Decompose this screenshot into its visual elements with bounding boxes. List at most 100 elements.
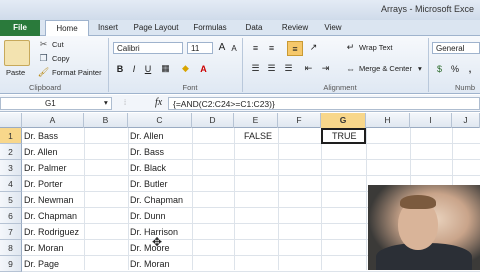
borders-icon[interactable]: ▦ — [160, 63, 171, 74]
align-middle-icon[interactable]: ≡ — [266, 42, 277, 53]
column-header-j[interactable]: J — [452, 113, 480, 128]
cell-a[interactable]: Dr. Chapman — [24, 208, 77, 224]
paste-icon[interactable] — [4, 40, 30, 66]
column-header-a[interactable]: A — [22, 113, 84, 128]
column-header-b[interactable]: B — [84, 113, 128, 128]
align-center-icon[interactable]: ☰ — [266, 63, 277, 74]
ribbon-tabs: File Home Insert Page Layout Formulas Da… — [0, 20, 480, 38]
increase-indent-icon[interactable]: ⇥ — [320, 63, 331, 74]
tab-formulas[interactable]: Formulas — [190, 20, 230, 36]
title-bar: Arrays - Microsoft Exce — [0, 0, 480, 20]
number-group-label: Numb — [455, 83, 476, 92]
column-header-g[interactable]: G — [321, 113, 366, 128]
tab-review[interactable]: Review — [278, 20, 312, 36]
formula-divider-icon: ⁞ — [124, 98, 127, 107]
cell-a[interactable]: Dr. Moran — [24, 240, 64, 256]
column-header-f[interactable]: F — [278, 113, 321, 128]
fill-color-icon[interactable]: ◆ — [180, 63, 191, 74]
copy-button[interactable]: Copy — [52, 54, 70, 63]
column-header-d[interactable]: D — [192, 113, 234, 128]
format-painter-icon: 🖌 — [37, 67, 50, 77]
ribbon-divider — [428, 38, 429, 92]
merge-center-button[interactable]: Merge & Center — [359, 64, 412, 73]
comma-button[interactable]: , — [464, 63, 476, 75]
align-left-icon[interactable]: ☰ — [250, 63, 261, 74]
tab-view[interactable]: View — [320, 20, 346, 36]
insert-function-button[interactable]: fx — [155, 97, 162, 108]
cell-c[interactable]: Dr. Black — [130, 160, 166, 176]
table-row: Dr. Allen Dr. Bass — [22, 144, 480, 160]
align-right-icon[interactable]: ☰ — [283, 63, 294, 74]
align-bottom-icon[interactable]: ≡ — [287, 41, 303, 56]
formula-input[interactable]: {=AND(C2:C24>=C1:C23)} — [168, 97, 480, 110]
currency-icon[interactable]: $ — [434, 63, 445, 74]
cell-a[interactable]: Dr. Porter — [24, 176, 63, 192]
underline-button[interactable]: U — [142, 63, 154, 75]
tab-file[interactable]: File — [0, 20, 40, 36]
wrap-text-icon: ↵ — [346, 42, 355, 52]
column-header-h[interactable]: H — [366, 113, 410, 128]
font-group-label: Font — [182, 83, 198, 92]
ribbon-divider — [242, 38, 243, 92]
table-row: Dr. Bass Dr. Allen FALSE TRUE — [22, 128, 480, 144]
shrink-font-button[interactable]: A — [228, 43, 240, 55]
row-header[interactable]: 3 — [0, 160, 22, 176]
column-header-e[interactable]: E — [234, 113, 278, 128]
row-header[interactable]: 2 — [0, 144, 22, 160]
decrease-indent-icon[interactable]: ⇤ — [303, 63, 314, 74]
column-header-c[interactable]: C — [128, 113, 192, 128]
format-painter-button[interactable]: Format Painter — [52, 68, 102, 77]
cell-a[interactable]: Dr. Newman — [24, 192, 74, 208]
cell-a[interactable]: Dr. Bass — [24, 128, 58, 144]
row-header[interactable]: 1 — [0, 128, 22, 144]
tab-insert[interactable]: Insert — [93, 20, 123, 36]
cell-a[interactable]: Dr. Palmer — [24, 160, 67, 176]
chevron-down-icon[interactable]: ▾ — [418, 64, 422, 73]
wrap-text-button[interactable]: Wrap Text — [359, 43, 393, 52]
presenter-hair — [400, 195, 436, 209]
table-row: Dr. Palmer Dr. Black — [22, 160, 480, 176]
alignment-group-label: Alignment — [323, 83, 357, 92]
row-header[interactable]: 7 — [0, 224, 22, 240]
paste-button[interactable]: Paste — [6, 68, 25, 77]
cell-e[interactable]: FALSE — [244, 128, 272, 144]
font-family-select[interactable]: Calibri — [113, 42, 183, 54]
tab-page-layout[interactable]: Page Layout — [130, 20, 182, 36]
cell-c[interactable]: Dr. Bass — [130, 144, 164, 160]
number-format-select[interactable]: General — [432, 42, 480, 54]
formula-bar: G1 ▾ ⁞ fx {=AND(C2:C24>=C1:C23)} — [0, 95, 480, 112]
grow-font-button[interactable]: A — [216, 42, 228, 54]
font-color-icon[interactable]: A — [198, 63, 209, 74]
cell-c[interactable]: Dr. Moore — [130, 240, 170, 256]
clipboard-group-label: Clipboard — [28, 83, 62, 92]
webcam-overlay — [368, 185, 480, 270]
cell-a[interactable]: Dr. Allen — [24, 144, 58, 160]
chevron-down-icon[interactable]: ▾ — [104, 98, 108, 107]
column-header-i[interactable]: I — [410, 113, 452, 128]
bold-button[interactable]: B — [114, 63, 126, 75]
font-size-select[interactable]: 11 — [187, 42, 213, 54]
cell-c[interactable]: Dr. Chapman — [130, 192, 183, 208]
row-header[interactable]: 8 — [0, 240, 22, 256]
column-headers: A B C D E F G H I J — [0, 113, 480, 128]
row-header[interactable]: 6 — [0, 208, 22, 224]
cell-c[interactable]: Dr. Dunn — [130, 208, 166, 224]
tab-data[interactable]: Data — [240, 20, 268, 36]
cell-c[interactable]: Dr. Butler — [130, 176, 168, 192]
row-header[interactable]: 4 — [0, 176, 22, 192]
row-header[interactable]: 5 — [0, 192, 22, 208]
window-title: Arrays - Microsoft Exce — [380, 4, 474, 14]
merge-center-icon: ⇔ — [346, 63, 355, 74]
cell-a[interactable]: Dr. Rodriguez — [24, 224, 79, 240]
orientation-icon[interactable]: ↗ — [308, 42, 319, 53]
cut-button[interactable]: Cut — [52, 40, 64, 49]
select-all-corner[interactable] — [0, 113, 22, 128]
percent-button[interactable]: % — [449, 63, 461, 75]
name-box[interactable]: G1 — [0, 97, 112, 110]
ribbon-divider — [108, 38, 109, 92]
cell-c[interactable]: Dr. Allen — [130, 128, 164, 144]
align-top-icon[interactable]: ≡ — [250, 42, 261, 53]
copy-icon: ❐ — [39, 53, 48, 63]
ribbon: Paste ✂ Cut ❐ Copy 🖌 Format Painter Clip… — [0, 36, 480, 94]
italic-button[interactable]: I — [128, 63, 140, 75]
